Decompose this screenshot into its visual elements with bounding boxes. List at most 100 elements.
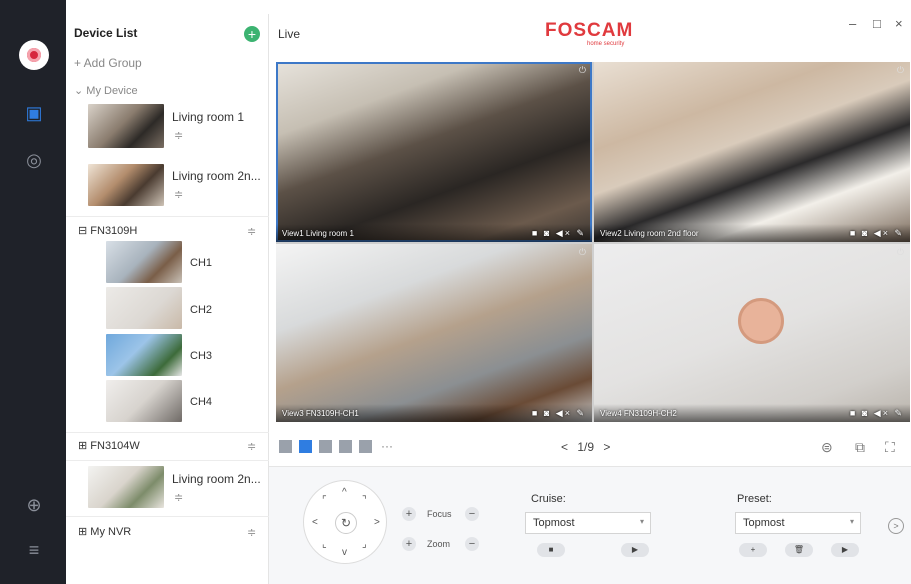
focus-label: Focus xyxy=(427,509,452,519)
device-thumbnail[interactable] xyxy=(88,104,164,148)
cruise-select[interactable]: Topmost ▾ xyxy=(525,512,651,534)
divider xyxy=(66,460,269,461)
channel-thumbnail[interactable] xyxy=(106,380,182,422)
device-list-panel: Device List + + Add Group ⌄ My Device Li… xyxy=(66,14,269,584)
video-view-4[interactable]: ⏻ View4 FN3109H-CH2 ■ ◙ ◀× ✎ xyxy=(594,244,910,422)
group-fn3104w[interactable]: ⊞ FN3104W xyxy=(78,439,140,452)
cruise-value: Topmost xyxy=(533,517,575,529)
device-thumbnail[interactable] xyxy=(88,164,164,206)
device-settings-icon[interactable]: ≑ xyxy=(174,491,183,504)
power-icon[interactable]: ⏻ xyxy=(579,65,586,76)
maximize-button[interactable]: □ xyxy=(873,16,881,31)
playback-icon[interactable]: ◎ xyxy=(24,150,44,170)
cruise-play-button[interactable]: ▶ xyxy=(621,543,649,557)
view-tools[interactable]: ■ ◙ ◀× ✎ xyxy=(532,228,586,239)
channel-label[interactable]: CH2 xyxy=(190,304,212,316)
add-device-button[interactable]: + xyxy=(244,26,260,42)
group-settings-icon[interactable]: ≑ xyxy=(247,526,256,539)
view-label: View2 Living room 2nd floor xyxy=(600,229,699,238)
divider xyxy=(66,216,269,217)
ptz-panel: ^ v < > ⌜ ⌝ ⌞ ⌟ ↻ + Focus − + Zoom − Cru… xyxy=(269,466,911,584)
arrow-up-right-icon[interactable]: ⌝ xyxy=(362,495,367,506)
arrow-left-icon[interactable]: < xyxy=(312,517,318,528)
preset-delete-button[interactable]: 🗑 xyxy=(785,543,813,557)
layout-1-icon[interactable] xyxy=(279,440,292,453)
arrow-up-icon[interactable]: ^ xyxy=(342,487,347,498)
device-thumbnail[interactable] xyxy=(88,466,164,508)
next-panel-button[interactable]: > xyxy=(888,518,904,534)
device-settings-icon[interactable]: ≑ xyxy=(174,129,183,142)
auto-rotate-icon[interactable]: ↻ xyxy=(335,512,357,534)
device-item-label[interactable]: Living room 1 xyxy=(172,110,244,124)
group-settings-icon[interactable]: ≑ xyxy=(247,225,256,238)
preset-add-button[interactable]: + xyxy=(739,543,767,557)
divider xyxy=(66,432,269,433)
view-tools[interactable]: ■ ◙ ◀× ✎ xyxy=(850,408,904,419)
prev-page-button[interactable]: < xyxy=(561,440,568,454)
minimize-button[interactable]: – xyxy=(849,16,856,31)
preset-title: Preset: xyxy=(737,493,772,505)
arrow-up-left-icon[interactable]: ⌜ xyxy=(322,495,327,506)
channel-thumbnail[interactable] xyxy=(106,241,182,283)
video-view-2[interactable]: ⏻ View2 Living room 2nd floor ■ ◙ ◀× ✎ xyxy=(594,62,910,242)
group-my-nvr[interactable]: ⊞ My NVR xyxy=(78,525,131,538)
layout-8-icon[interactable] xyxy=(339,440,352,453)
wall-clock-icon xyxy=(738,298,784,344)
nav-rail: ▣ ◎ ⊕ ≡ xyxy=(0,0,66,584)
ptz-direction-pad[interactable]: ^ v < > ⌜ ⌝ ⌞ ⌟ ↻ xyxy=(303,480,387,564)
close-button[interactable]: × xyxy=(895,16,903,31)
window-icon[interactable]: ⧉ xyxy=(855,439,865,456)
channel-label[interactable]: CH3 xyxy=(190,350,212,362)
device-settings-icon[interactable]: ≑ xyxy=(174,188,183,201)
arrow-right-icon[interactable]: > xyxy=(374,517,380,528)
chevron-down-icon: ▾ xyxy=(639,517,644,526)
more-layouts-button[interactable]: ··· xyxy=(381,439,393,453)
preset-select[interactable]: Topmost ▾ xyxy=(735,512,861,534)
zoom-minus-button[interactable]: − xyxy=(465,537,479,551)
view-tools[interactable]: ■ ◙ ◀× ✎ xyxy=(532,408,586,419)
pager: < 1/9 > xyxy=(561,440,610,454)
arrow-down-icon[interactable]: v xyxy=(342,547,347,558)
device-item-label[interactable]: Living room 2n... xyxy=(172,169,261,183)
focus-minus-button[interactable]: − xyxy=(465,507,479,521)
view-label: View1 Living room 1 xyxy=(282,229,354,238)
view-tools[interactable]: ■ ◙ ◀× ✎ xyxy=(850,228,904,239)
cruise-title: Cruise: xyxy=(531,493,566,505)
live-view-icon[interactable]: ▣ xyxy=(24,103,44,123)
power-icon[interactable]: ⏻ xyxy=(897,65,904,76)
layout-4-icon[interactable] xyxy=(299,440,312,453)
arrow-down-right-icon[interactable]: ⌟ xyxy=(362,539,367,550)
collapse-icon: ⊟ xyxy=(78,225,91,237)
group-settings-icon[interactable]: ≑ xyxy=(247,440,256,453)
arrow-down-left-icon[interactable]: ⌞ xyxy=(322,539,327,550)
channel-label[interactable]: CH1 xyxy=(190,257,212,269)
zoom-plus-button[interactable]: + xyxy=(402,537,416,551)
device-item-label[interactable]: Living room 2n... xyxy=(172,472,261,486)
channel-thumbnail[interactable] xyxy=(106,334,182,376)
video-grid: ⏻ View1 Living room 1 ■ ◙ ◀× ✎ ⏻ View2 L… xyxy=(276,62,910,422)
record-icon[interactable]: ⊜ xyxy=(821,439,833,456)
app-window: ▣ ◎ ⊕ ≡ Device List + + Add Group ⌄ My D… xyxy=(0,0,911,584)
page-title: Live xyxy=(278,27,301,41)
add-circle-icon[interactable]: ⊕ xyxy=(24,495,44,515)
focus-plus-button[interactable]: + xyxy=(402,507,416,521)
video-view-1[interactable]: ⏻ View1 Living room 1 ■ ◙ ◀× ✎ xyxy=(276,62,592,242)
group-fn3109h[interactable]: ⊟ FN3109H xyxy=(78,224,137,237)
view-label: View4 FN3109H-CH2 xyxy=(600,409,677,418)
fullscreen-icon[interactable]: ⛶ xyxy=(885,439,895,456)
group-label: FN3109H xyxy=(90,225,138,237)
group-label: FN3104W xyxy=(90,440,140,452)
layout-6-icon[interactable] xyxy=(319,440,332,453)
my-device-group[interactable]: ⌄ My Device xyxy=(74,84,138,97)
add-group-link[interactable]: + Add Group xyxy=(74,56,142,70)
video-view-3[interactable]: ⏻ View3 FN3109H-CH1 ■ ◙ ◀× ✎ xyxy=(276,244,592,422)
next-page-button[interactable]: > xyxy=(603,440,610,454)
layout-9-icon[interactable] xyxy=(359,440,372,453)
power-icon[interactable]: ⏻ xyxy=(897,247,904,258)
preset-play-button[interactable]: ▶ xyxy=(831,543,859,557)
channel-thumbnail[interactable] xyxy=(106,287,182,329)
power-icon[interactable]: ⏻ xyxy=(579,247,586,258)
channel-label[interactable]: CH4 xyxy=(190,396,212,408)
cruise-stop-button[interactable]: ■ xyxy=(537,543,565,557)
menu-icon[interactable]: ≡ xyxy=(24,540,44,560)
